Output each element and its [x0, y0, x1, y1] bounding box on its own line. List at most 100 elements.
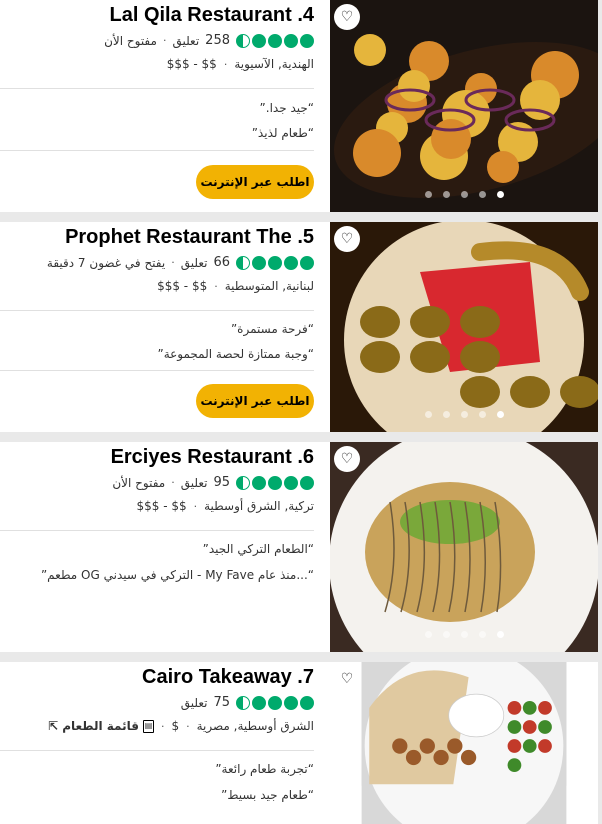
rating-bubble: [268, 255, 282, 270]
separator-dot: ·: [162, 34, 167, 47]
review-quote[interactable]: “جيد جدا.”: [260, 101, 314, 115]
review-quote[interactable]: “طعام لذيذ”: [252, 126, 314, 140]
divider: [0, 150, 314, 151]
external-link-icon: ⇱: [48, 719, 59, 733]
restaurant-card[interactable]: Cairo Takeaway .7 75 تعليق الشرق أوسطية, مص…: [0, 662, 598, 824]
review-count[interactable]: 66: [213, 255, 230, 270]
review-count[interactable]: 258: [205, 33, 230, 48]
order-online-button[interactable]: اطلب عبر الإنترنت: [196, 384, 314, 418]
rating-bubbles: [236, 695, 314, 710]
restaurant-title[interactable]: Prophet Restaurant The .5: [65, 226, 314, 249]
carousel-dot[interactable]: [496, 631, 504, 638]
restaurant-title[interactable]: Cairo Takeaway .7: [142, 666, 314, 689]
carousel-dot[interactable]: [460, 411, 468, 418]
restaurant-photo[interactable]: ♡: [330, 662, 598, 824]
divider: [0, 750, 314, 751]
rating-bubble: [252, 255, 266, 270]
separator-dot: ·: [171, 476, 175, 489]
food-photo: [361, 662, 567, 824]
food-photo: [330, 442, 598, 652]
review-count[interactable]: 95: [213, 475, 230, 490]
rating-bubble: [300, 695, 314, 710]
food-photo: [330, 222, 598, 432]
separator-dot: ·: [160, 719, 165, 733]
restaurant-photo[interactable]: ♡: [330, 442, 598, 652]
carousel-dot[interactable]: [442, 191, 450, 198]
carousel-dot[interactable]: [424, 191, 432, 198]
restaurant-info: Erciyes Restaurant .6 95 تعليق · مفتوح الأن ت…: [0, 442, 330, 652]
carousel-dot[interactable]: [424, 411, 432, 418]
carousel-dot[interactable]: [460, 631, 468, 638]
menu-label: قائمة الطعام: [62, 719, 139, 733]
rating-bubble: [236, 695, 250, 710]
separator-dot: ·: [186, 719, 190, 733]
rating-row: 95 تعليق · مفتوح الأن: [112, 475, 314, 490]
review-quote[interactable]: “الطعام التركي الجيد”: [203, 542, 314, 556]
food-photo: [330, 0, 598, 212]
rating-row: 258 تعليق · مفتوح الأن: [104, 33, 314, 48]
rating-bubble: [284, 255, 298, 270]
carousel-dot[interactable]: [478, 411, 486, 418]
rating-bubbles: [236, 475, 314, 490]
restaurant-info: Lal Qila Restaurant .4 258 تعليق · مفتوح الأ…: [0, 0, 330, 212]
price-range: $$ - $$$: [166, 57, 217, 71]
rating-bubble: [252, 33, 266, 48]
carousel-dot[interactable]: [460, 191, 468, 198]
order-online-button[interactable]: اطلب عبر الإنترنت: [196, 165, 314, 199]
separator-dot: ·: [193, 499, 198, 513]
cuisine-row: الهندية, الآسيوية · $$ - $$$: [167, 57, 314, 71]
rating-row: 66 تعليق · يفتح في غضون 7 دقيقة: [47, 255, 314, 270]
review-word: تعليق: [172, 33, 200, 48]
review-quote[interactable]: “تجربة طعام رائعة”: [215, 762, 314, 776]
carousel-dots: [330, 191, 598, 198]
rating-bubbles: [236, 33, 314, 48]
rating-bubble: [284, 695, 298, 710]
restaurant-card[interactable]: Lal Qila Restaurant .4 258 تعليق · مفتوح الأ…: [0, 0, 598, 212]
save-heart-icon[interactable]: ♡: [334, 446, 360, 472]
restaurant-info: Cairo Takeaway .7 75 تعليق الشرق أوسطية, مص…: [0, 662, 330, 824]
carousel-dot[interactable]: [478, 191, 486, 198]
restaurant-card[interactable]: Prophet Restaurant The .5 66 تعليق · يفتح في…: [0, 222, 598, 432]
save-heart-icon[interactable]: ♡: [334, 226, 360, 252]
price-range: $$ - $$$: [136, 499, 187, 513]
open-status: مفتوح الأن: [104, 33, 157, 48]
carousel-dot[interactable]: [424, 631, 432, 638]
cuisines: تركية, الشرق أوسطية: [204, 499, 314, 513]
carousel-dot[interactable]: [442, 411, 450, 418]
menu-link[interactable]: ▤ قائمة الطعام ⇱: [48, 719, 154, 733]
rating-bubble: [252, 475, 266, 490]
open-status: مفتوح الأن: [112, 475, 166, 490]
menu-icon: ▤: [142, 719, 154, 733]
open-status: يفتح في غضون 7 دقيقة: [46, 255, 166, 270]
review-quote[interactable]: “طعام جيد بسيط”: [221, 788, 314, 802]
review-count[interactable]: 75: [213, 695, 230, 710]
restaurant-info: Prophet Restaurant The .5 66 تعليق · يفتح في…: [0, 222, 330, 432]
save-heart-icon[interactable]: ♡: [334, 666, 360, 692]
carousel-dot[interactable]: [442, 631, 450, 638]
cuisine-row: الشرق أوسطية, مصرية · $ · ▤ قائمة الطعام ⇱: [48, 719, 314, 733]
review-quote[interactable]: “فرحة مستمرة”: [231, 322, 314, 336]
review-word: تعليق: [180, 475, 208, 490]
carousel-dot[interactable]: [496, 411, 504, 418]
restaurant-photo[interactable]: ♡: [330, 222, 598, 432]
restaurant-title[interactable]: Lal Qila Restaurant .4: [109, 4, 314, 27]
rating-bubble: [236, 33, 250, 48]
carousel-dot[interactable]: [478, 631, 486, 638]
cuisine-row: لبنانية, المتوسطية · $$ - $$$: [157, 279, 314, 293]
review-word: تعليق: [180, 255, 208, 270]
rating-bubble: [300, 475, 314, 490]
save-heart-icon[interactable]: ♡: [334, 4, 360, 30]
separator-dot: ·: [223, 57, 228, 71]
rating-bubble: [268, 33, 282, 48]
cuisine-row: تركية, الشرق أوسطية · $$ - $$$: [136, 499, 314, 513]
rating-row: 75 تعليق: [181, 695, 314, 710]
review-quote[interactable]: “...منذ عام My Fave - التركي في سيدني OG…: [41, 568, 314, 582]
restaurant-photo[interactable]: ♡: [330, 0, 598, 212]
rating-bubble: [268, 695, 282, 710]
restaurant-card[interactable]: Erciyes Restaurant .6 95 تعليق · مفتوح الأن ت…: [0, 442, 598, 652]
review-quote[interactable]: “وجبة ممتازة لحصة المجموعة”: [157, 347, 314, 361]
divider: [0, 310, 314, 311]
divider: [0, 88, 314, 89]
restaurant-title[interactable]: Erciyes Restaurant .6: [111, 446, 314, 469]
carousel-dot[interactable]: [496, 191, 504, 198]
